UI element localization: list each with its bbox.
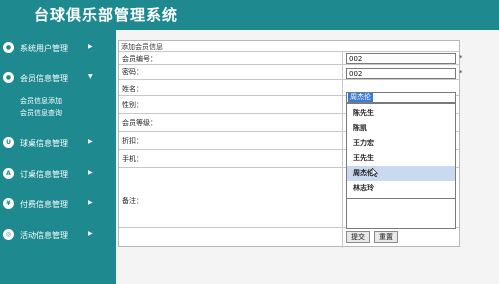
- sidebar-item-label: 订桌信息管理: [20, 170, 68, 179]
- sidebar-subitem-member-add[interactable]: 会员信息添加: [20, 96, 62, 106]
- name-select[interactable]: 周杰伦: [346, 92, 456, 103]
- dropdown-option-hovered[interactable]: 周杰伦: [347, 166, 455, 181]
- chevron-right-icon: ▶: [88, 230, 93, 237]
- dropdown-option[interactable]: 陈凯: [347, 121, 455, 136]
- column-divider: [342, 51, 343, 248]
- sidebar-item-label: 系统用户管理: [20, 44, 68, 53]
- dropdown-option[interactable]: 王先生: [347, 151, 455, 166]
- sidebar: ● 系统用户管理 ▶ ● 会员信息管理 ▼ 会员信息添加 会员信息查询 U 球桌…: [0, 30, 116, 284]
- chevron-right-icon: ▶: [88, 169, 93, 176]
- sidebar-item-label: 会员信息管理: [20, 74, 68, 83]
- name-select-value: 周杰伦: [348, 93, 373, 102]
- level-label: 会员等级：: [122, 119, 157, 127]
- app-title: 台球俱乐部管理系统: [34, 6, 179, 24]
- chevron-right-icon: ▶: [88, 138, 93, 145]
- chevron-right-icon: ▶: [88, 43, 93, 50]
- member-no-label: 会员编号：: [122, 55, 157, 63]
- member-add-form: 添加会员信息 会员编号： 密码： 姓名： 性别： 会员等级： 折扣： 手机： 备…: [118, 40, 463, 248]
- dropdown-option[interactable]: 林志玲: [347, 181, 455, 196]
- mouse-cursor-icon: [372, 168, 378, 177]
- name-label: 姓名：: [122, 85, 143, 93]
- sidebar-item-label: 付费信息管理: [20, 200, 68, 209]
- dropdown-option[interactable]: 王力宏: [347, 136, 455, 151]
- top-header: 台球俱乐部管理系统: [0, 0, 499, 30]
- table-icon: U: [3, 137, 14, 148]
- chevron-right-icon: ▶: [88, 199, 93, 206]
- dropdown-option-label: 周杰伦: [353, 169, 374, 177]
- sidebar-item-system-users[interactable]: ● 系统用户管理 ▶: [0, 38, 116, 58]
- sidebar-item-member-info[interactable]: ● 会员信息管理 ▼: [0, 68, 116, 88]
- password-input[interactable]: [346, 68, 456, 79]
- payment-icon: ¥: [3, 198, 14, 209]
- sidebar-item-booking-info[interactable]: A 订桌信息管理 ▶: [0, 164, 116, 184]
- name-dropdown-list: 陈先生 陈凯 王力宏 王先生 周杰伦 林志玲: [346, 103, 456, 199]
- phone-label: 手机：: [122, 155, 143, 163]
- sidebar-item-payment-info[interactable]: ¥ 付费信息管理 ▶: [0, 194, 116, 214]
- password-label: 密码：: [122, 68, 143, 76]
- submit-button[interactable]: 提交: [346, 231, 370, 243]
- member-no-input[interactable]: [346, 53, 456, 64]
- user-icon: ●: [3, 42, 14, 53]
- discount-label: 折扣：: [122, 137, 143, 145]
- required-mark: *: [459, 54, 463, 62]
- gender-label: 性别：: [122, 101, 143, 109]
- sidebar-subitem-member-query[interactable]: 会员信息查询: [20, 108, 62, 118]
- sidebar-item-label: 球桌信息管理: [20, 139, 68, 148]
- sidebar-item-label: 活动信息管理: [20, 231, 68, 240]
- chevron-down-icon: ▼: [88, 73, 93, 80]
- remark-label: 备注：: [122, 197, 143, 205]
- form-row-actions: [119, 227, 459, 247]
- sidebar-item-activity-info[interactable]: ◎ 活动信息管理 ▶: [0, 225, 116, 245]
- required-mark: *: [459, 69, 463, 77]
- reset-button[interactable]: 重置: [374, 231, 398, 243]
- members-icon: ●: [3, 72, 14, 83]
- dropdown-option[interactable]: 陈先生: [347, 106, 455, 121]
- sidebar-item-table-info[interactable]: U 球桌信息管理 ▶: [0, 133, 116, 153]
- activity-icon: ◎: [3, 229, 14, 240]
- app-icon: A: [3, 168, 14, 179]
